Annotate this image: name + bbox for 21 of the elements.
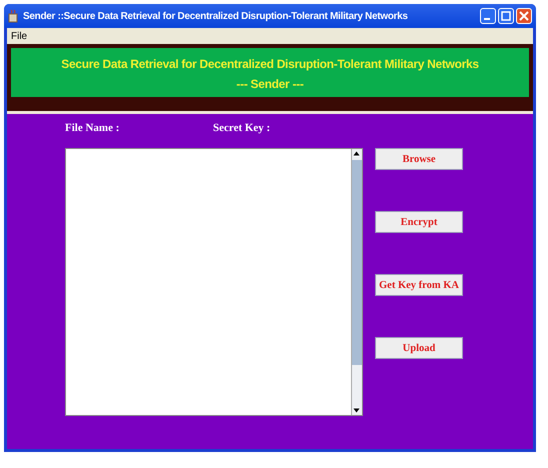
maximize-button[interactable] bbox=[498, 8, 514, 24]
scroll-down-icon[interactable] bbox=[352, 406, 361, 415]
vertical-scrollbar[interactable] bbox=[351, 149, 362, 415]
minimize-button[interactable] bbox=[480, 8, 496, 24]
scroll-up-icon[interactable] bbox=[352, 149, 361, 158]
field-label: Secret Key : bbox=[213, 122, 272, 134]
maximize-icon bbox=[501, 11, 511, 21]
banner-title: Secure Data Retrieval for Decentralized Disruption-Tolerant Military Networks bbox=[61, 57, 479, 71]
action-button[interactable]: Upload bbox=[375, 337, 463, 359]
banner-subtitle: --- Sender --- bbox=[236, 77, 304, 91]
action-button[interactable]: Get Key from KA bbox=[375, 274, 463, 296]
action-button[interactable]: Browse bbox=[375, 148, 463, 170]
field-label: File Name : bbox=[65, 122, 120, 134]
window-title: Sender ::Secure Data Retrieval for Decentralized Disruption-Tolerant Military Networks bbox=[23, 10, 409, 22]
menu-item[interactable]: File bbox=[11, 30, 28, 42]
action-button[interactable]: Encrypt bbox=[375, 211, 463, 233]
minimize-icon bbox=[484, 18, 490, 20]
scroll-thumb[interactable] bbox=[352, 160, 362, 365]
close-icon bbox=[519, 11, 529, 21]
coffee-cup-icon bbox=[8, 9, 20, 23]
close-button[interactable] bbox=[516, 8, 532, 24]
